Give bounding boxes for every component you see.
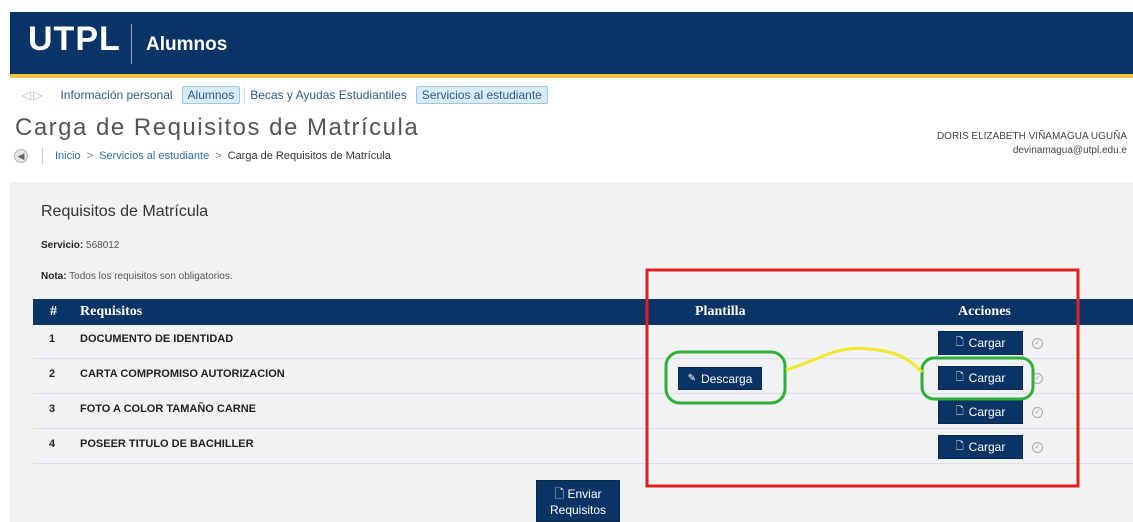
table-header: # Requisitos Plantilla Acciones bbox=[33, 299, 1133, 325]
row-number: 4 bbox=[49, 438, 56, 450]
status-check-icon: ✓ bbox=[1032, 407, 1043, 418]
file-icon: 🗋 bbox=[955, 336, 964, 348]
nav-item-informacion-personal[interactable]: Información personal bbox=[60, 87, 177, 103]
breadcrumb-divider bbox=[42, 148, 43, 164]
header-divider bbox=[131, 24, 132, 64]
user-info: DORIS ELIZABETH VIÑAMAGUA UGUÑA devinama… bbox=[937, 130, 1127, 158]
breadcrumb-separator: > bbox=[215, 150, 222, 162]
status-check-icon: ✓ bbox=[1032, 442, 1043, 453]
col-num-header: # bbox=[50, 304, 57, 319]
col-plantilla-header: Plantilla bbox=[695, 304, 746, 319]
status-check-icon: ✓ bbox=[1032, 338, 1043, 349]
top-header-bar: UTPL Alumnos bbox=[10, 12, 1133, 78]
note-value: Todos los requisitos son obligatorios. bbox=[69, 271, 233, 282]
section-title: Requisitos de Matrícula bbox=[41, 203, 209, 220]
service-label: Servicio: bbox=[41, 240, 84, 251]
utpl-logo[interactable]: UTPL bbox=[28, 20, 121, 59]
edit-document-icon: ✎ bbox=[687, 373, 697, 384]
service-line: Servicio: 568012 bbox=[41, 240, 119, 251]
row-requirement: DOCUMENTO DE IDENTIDAD bbox=[80, 333, 234, 345]
upload-label: Cargar bbox=[968, 405, 1006, 419]
service-value: 568012 bbox=[86, 240, 120, 251]
nav-item-becas[interactable]: Becas y Ayudas Estudiantiles bbox=[244, 87, 412, 103]
status-check-icon: ✓ bbox=[1032, 373, 1043, 384]
send-label-line1: 🗋 Enviar bbox=[537, 486, 619, 502]
file-icon: 🗋 bbox=[955, 405, 964, 417]
col-acciones-header: Acciones bbox=[958, 304, 1011, 319]
upload-button[interactable]: 🗋 Cargar bbox=[938, 331, 1023, 355]
top-navigation: ◁▷ Información personal Alumnos Becas y … bbox=[22, 86, 552, 104]
user-email: devinamagua@utpl.edu.e bbox=[1012, 145, 1127, 156]
row-requirement: POSEER TITULO DE BACHILLER bbox=[80, 438, 254, 450]
download-template-button[interactable]: ✎ Descarga bbox=[678, 367, 762, 390]
send-label-line2: Requisitos bbox=[549, 503, 607, 517]
page-title: Carga de Requisitos de Matrícula bbox=[15, 114, 420, 141]
col-requisitos-header: Requisitos bbox=[80, 304, 143, 319]
upload-label: Cargar bbox=[968, 336, 1006, 350]
row-number: 1 bbox=[49, 333, 56, 345]
row-requirement: FOTO A COLOR TAMAÑO CARNE bbox=[80, 403, 256, 415]
download-label: Descarga bbox=[701, 371, 753, 386]
header-gold-stripe bbox=[10, 74, 1133, 78]
send-requirements-button[interactable]: 🗋 Enviar Requisitos bbox=[536, 480, 620, 522]
header-section-title: Alumnos bbox=[146, 34, 228, 55]
upload-button[interactable]: 🗋 Cargar bbox=[938, 366, 1023, 390]
back-arrow-icon[interactable]: ◀ bbox=[14, 149, 28, 163]
upload-label: Cargar bbox=[968, 371, 1006, 385]
breadcrumb-inicio[interactable]: Inicio bbox=[55, 150, 81, 162]
note-line: Nota: Todos los requisitos son obligator… bbox=[41, 271, 233, 282]
upload-button[interactable]: 🗋 Cargar bbox=[938, 400, 1023, 424]
note-label: Nota: bbox=[41, 271, 67, 282]
upload-button[interactable]: 🗋 Cargar bbox=[938, 435, 1023, 459]
file-icon: 🗋 bbox=[554, 487, 565, 501]
breadcrumb-separator: > bbox=[86, 150, 94, 162]
upload-label: Cargar bbox=[968, 440, 1006, 454]
file-icon: 🗋 bbox=[955, 440, 964, 452]
row-number: 3 bbox=[49, 403, 56, 415]
breadcrumb-servicios[interactable]: Servicios al estudiante bbox=[99, 150, 209, 162]
user-name: DORIS ELIZABETH VIÑAMAGUA UGUÑA bbox=[936, 131, 1127, 142]
file-icon: 🗋 bbox=[955, 371, 964, 383]
nav-scroll-arrows-icon[interactable]: ◁▷ bbox=[22, 88, 44, 102]
row-number: 2 bbox=[49, 368, 56, 380]
nav-item-servicios[interactable]: Servicios al estudiante bbox=[415, 86, 548, 104]
breadcrumb-current: Carga de Requisitos de Matrícula bbox=[227, 150, 391, 162]
row-requirement: CARTA COMPROMISO AUTORIZACION bbox=[80, 368, 285, 380]
send-label: Enviar bbox=[567, 487, 602, 501]
breadcrumb: ◀ Inicio > Servicios al estudiante > Car… bbox=[14, 148, 391, 164]
nav-item-alumnos[interactable]: Alumnos bbox=[181, 86, 241, 104]
